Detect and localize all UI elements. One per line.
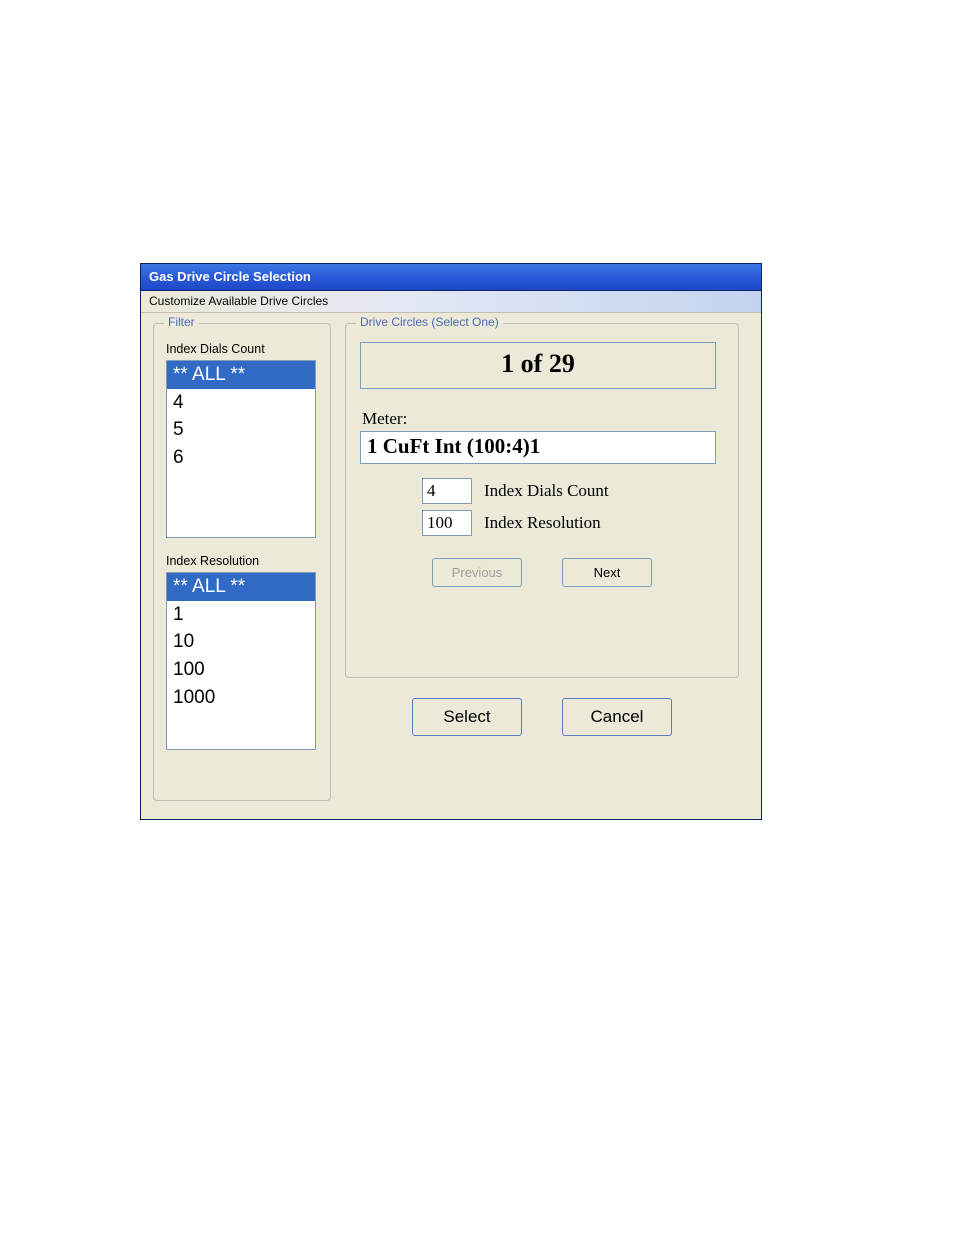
list-item[interactable]: ** ALL ** [167,573,315,601]
list-item[interactable]: 1000 [167,684,315,712]
list-item[interactable]: 4 [167,389,315,417]
resolution-label: Index Resolution [166,554,318,568]
dials-count-listbox[interactable]: ** ALL **456 [166,360,316,538]
resolution-value-field: 100 [422,510,472,536]
right-column: Drive Circles (Select One) 1 of 29 Meter… [345,323,739,736]
filter-group: Filter Index Dials Count ** ALL **456 In… [153,323,331,801]
next-button[interactable]: Next [562,558,652,587]
meter-label: Meter: [362,409,726,429]
action-button-row: Select Cancel [345,698,739,736]
cancel-button[interactable]: Cancel [562,698,672,736]
dials-count-label: Index Dials Count [166,342,318,356]
titlebar[interactable]: Gas Drive Circle Selection [141,264,761,291]
list-item[interactable]: ** ALL ** [167,361,315,389]
previous-button: Previous [432,558,522,587]
menu-customize[interactable]: Customize Available Drive Circles [149,294,328,308]
dials-row: 4 Index Dials Count [422,478,726,504]
meter-value: 1 CuFt Int (100:4)1 [360,431,716,464]
list-item[interactable]: 10 [167,628,315,656]
record-counter: 1 of 29 [360,342,716,389]
list-item[interactable]: 100 [167,656,315,684]
drive-circles-legend: Drive Circles (Select One) [356,315,503,329]
resolution-row-label: Index Resolution [484,513,601,533]
drive-circle-dialog: Gas Drive Circle Selection Customize Ava… [140,263,762,820]
dials-value-field: 4 [422,478,472,504]
menubar: Customize Available Drive Circles [141,291,761,313]
list-item[interactable]: 6 [167,444,315,472]
select-button[interactable]: Select [412,698,522,736]
resolution-listbox[interactable]: ** ALL **1101001000 [166,572,316,750]
resolution-row: 100 Index Resolution [422,510,726,536]
nav-button-row: Previous Next [358,558,726,587]
filter-legend: Filter [164,315,199,329]
dials-row-label: Index Dials Count [484,481,609,501]
drive-circles-group: Drive Circles (Select One) 1 of 29 Meter… [345,323,739,678]
list-item[interactable]: 5 [167,416,315,444]
list-item[interactable]: 1 [167,601,315,629]
client-area: Filter Index Dials Count ** ALL **456 In… [141,313,761,819]
